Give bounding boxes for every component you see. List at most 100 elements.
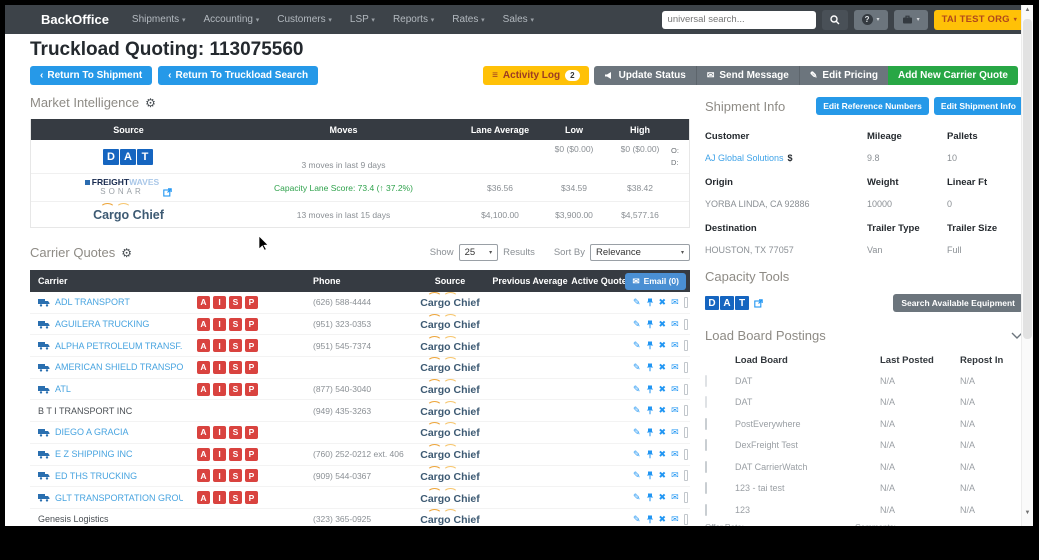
- edit-shipment-info-button[interactable]: Edit Shipment Info: [933, 97, 1023, 115]
- pin-icon[interactable]: [646, 341, 654, 350]
- pin-icon[interactable]: [646, 493, 654, 502]
- delete-icon[interactable]: ✖: [659, 449, 667, 460]
- badge-i[interactable]: I: [213, 447, 226, 461]
- pin-icon[interactable]: [646, 298, 654, 307]
- badge-i[interactable]: I: [213, 469, 226, 483]
- pin-icon[interactable]: [646, 515, 654, 524]
- badge-a[interactable]: A: [197, 382, 210, 396]
- badge-p[interactable]: P: [245, 469, 258, 483]
- email-icon[interactable]: ✉: [671, 297, 679, 308]
- activity-log-button[interactable]: ≡ Activity Log 2: [483, 66, 589, 85]
- badge-a[interactable]: A: [197, 295, 210, 309]
- email-icon[interactable]: ✉: [671, 405, 679, 416]
- delete-icon[interactable]: ✖: [659, 319, 667, 330]
- scrollbar-thumb[interactable]: [1023, 19, 1032, 339]
- badge-s[interactable]: S: [229, 491, 242, 505]
- gear-icon[interactable]: ⚙: [145, 96, 156, 110]
- row-checkbox[interactable]: [705, 374, 707, 387]
- search-available-equipment-button[interactable]: Search Available Equipment: [893, 294, 1023, 312]
- email-icon[interactable]: ✉: [671, 470, 679, 481]
- return-to-truckload-search-button[interactable]: ‹ Return To Truckload Search: [158, 66, 319, 85]
- badge-p[interactable]: P: [245, 491, 258, 505]
- carrier-link[interactable]: DIEGO A GRACIA: [55, 427, 129, 437]
- pin-icon[interactable]: [646, 320, 654, 329]
- delete-icon[interactable]: ✖: [659, 297, 667, 308]
- carrier-link[interactable]: GLT TRANSPORTATION GROU...: [55, 493, 183, 503]
- badge-a[interactable]: A: [197, 339, 210, 353]
- badge-s[interactable]: S: [229, 295, 242, 309]
- badge-p[interactable]: P: [245, 339, 258, 353]
- edit-icon[interactable]: ✎: [633, 384, 641, 395]
- universal-search-input[interactable]: [661, 10, 816, 29]
- badge-s[interactable]: S: [229, 447, 242, 461]
- badge-a[interactable]: A: [197, 360, 210, 374]
- external-link-icon[interactable]: [163, 187, 172, 197]
- badge-p[interactable]: P: [245, 382, 258, 396]
- badge-p[interactable]: P: [245, 295, 258, 309]
- pin-icon[interactable]: [646, 450, 654, 459]
- external-link-icon[interactable]: [754, 298, 763, 308]
- email-icon[interactable]: ✉: [671, 340, 679, 351]
- return-to-shipment-button[interactable]: ‹ Return To Shipment: [30, 66, 153, 85]
- email-icon[interactable]: ✉: [671, 362, 679, 373]
- edit-icon[interactable]: ✎: [633, 340, 641, 351]
- gear-icon[interactable]: ⚙: [121, 246, 132, 260]
- row-checkbox[interactable]: [683, 340, 688, 352]
- app-brand[interactable]: BackOffice: [41, 12, 109, 27]
- help-menu-button[interactable]: ? ▾: [853, 9, 888, 30]
- row-checkbox[interactable]: [705, 503, 707, 516]
- badge-i[interactable]: I: [213, 295, 226, 309]
- delete-icon[interactable]: ✖: [659, 405, 667, 416]
- edit-icon[interactable]: ✎: [633, 362, 641, 373]
- badge-p[interactable]: P: [245, 447, 258, 461]
- email-icon[interactable]: ✉: [671, 319, 679, 330]
- nav-shipments[interactable]: Shipments ▾: [132, 14, 186, 25]
- nav-reports[interactable]: Reports ▾: [393, 14, 434, 25]
- edit-icon[interactable]: ✎: [633, 427, 641, 438]
- row-checkbox[interactable]: [683, 318, 688, 330]
- row-checkbox[interactable]: [683, 405, 688, 417]
- edit-icon[interactable]: ✎: [633, 492, 641, 503]
- show-results-select[interactable]: 25 ▾: [458, 244, 499, 261]
- delete-icon[interactable]: ✖: [659, 340, 667, 351]
- carrier-link[interactable]: AGUILERA TRUCKING: [55, 319, 149, 329]
- carrier-link[interactable]: ALPHA PETROLEUM TRANSF...: [55, 341, 183, 351]
- edit-icon[interactable]: ✎: [633, 514, 641, 525]
- row-checkbox[interactable]: [683, 492, 688, 504]
- badge-a[interactable]: A: [197, 469, 210, 483]
- row-checkbox[interactable]: [683, 383, 688, 395]
- row-checkbox[interactable]: [705, 439, 707, 452]
- badge-s[interactable]: S: [229, 339, 242, 353]
- nav-customers[interactable]: Customers ▾: [277, 14, 332, 25]
- email-icon[interactable]: ✉: [671, 384, 679, 395]
- email-icon[interactable]: ✉: [671, 492, 679, 503]
- nav-lsp[interactable]: LSP ▾: [350, 14, 375, 25]
- row-checkbox[interactable]: [683, 296, 688, 308]
- row-checkbox[interactable]: [683, 426, 688, 438]
- edit-reference-numbers-button[interactable]: Edit Reference Numbers: [816, 97, 929, 115]
- carrier-link[interactable]: E Z SHIPPING INC: [55, 449, 133, 459]
- badge-s[interactable]: S: [229, 360, 242, 374]
- badge-p[interactable]: P: [245, 425, 258, 439]
- pin-icon[interactable]: [646, 385, 654, 394]
- row-checkbox[interactable]: [683, 361, 688, 373]
- delete-icon[interactable]: ✖: [659, 427, 667, 438]
- update-status-button[interactable]: Update Status: [593, 66, 697, 85]
- carrier-link[interactable]: ED THS TRUCKING: [55, 471, 137, 481]
- nav-accounting[interactable]: Accounting ▾: [203, 14, 259, 25]
- delete-icon[interactable]: ✖: [659, 470, 667, 481]
- org-selector-button[interactable]: TAI TEST ORG ▾: [933, 9, 1025, 30]
- row-checkbox[interactable]: [683, 513, 688, 525]
- pin-icon[interactable]: [646, 363, 654, 372]
- delete-icon[interactable]: ✖: [659, 384, 667, 395]
- badge-s[interactable]: S: [229, 425, 242, 439]
- badge-i[interactable]: I: [213, 360, 226, 374]
- row-checkbox[interactable]: [683, 470, 688, 482]
- nav-rates[interactable]: Rates ▾: [452, 14, 484, 25]
- row-checkbox[interactable]: [705, 460, 707, 473]
- nav-sales[interactable]: Sales ▾: [503, 14, 534, 25]
- pin-icon[interactable]: [646, 406, 654, 415]
- delete-icon[interactable]: ✖: [659, 514, 667, 525]
- edit-icon[interactable]: ✎: [633, 405, 641, 416]
- badge-i[interactable]: I: [213, 425, 226, 439]
